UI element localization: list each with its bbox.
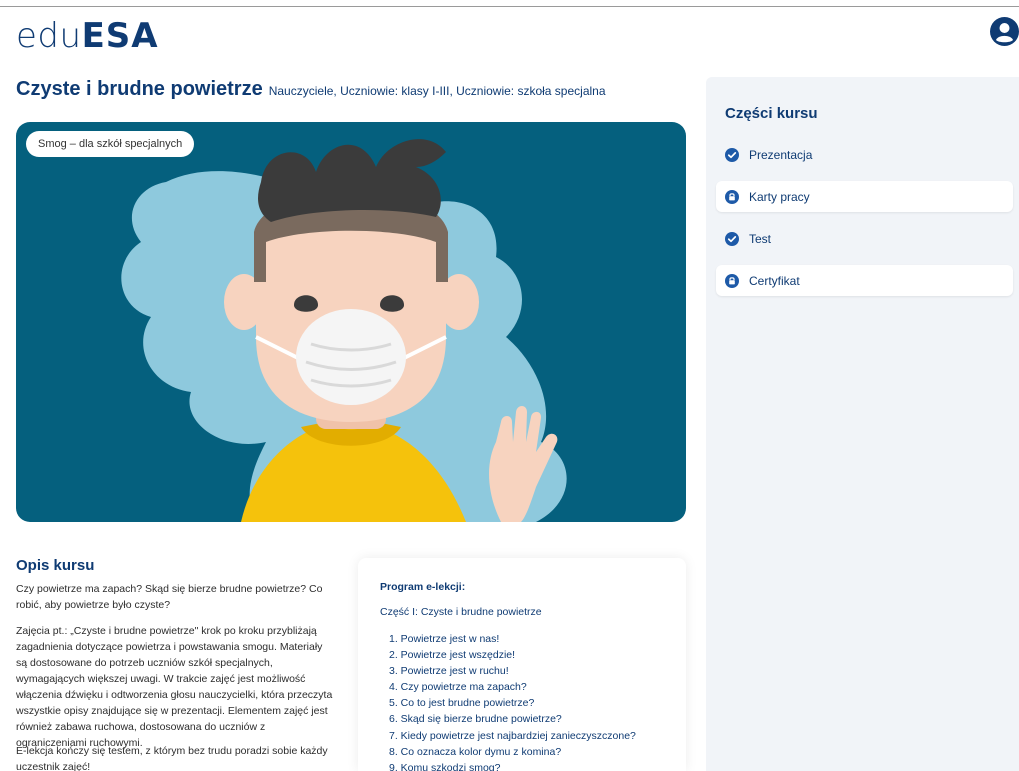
course-part-karty-pracy[interactable]: Karty pracy <box>716 181 1013 212</box>
program-title: Program e-lekcji: <box>380 581 466 593</box>
course-part-label: Karty pracy <box>749 189 810 204</box>
page-title: Czyste i brudne powietrze <box>16 78 263 100</box>
course-part-test[interactable]: Test <box>716 223 1013 254</box>
course-heading: Czyste i brudne powietrze Nauczyciele, U… <box>16 78 606 101</box>
course-part-label: Prezentacja <box>749 147 813 162</box>
course-part-prezentacja[interactable]: Prezentacja <box>716 139 1013 170</box>
description-paragraph: E-lekcja kończy się testem, z którym bez… <box>16 745 328 771</box>
check-circle-icon <box>725 231 739 246</box>
hair <box>258 139 446 222</box>
lesson-item: 3. Powietrze jest w ruchu! <box>389 665 509 678</box>
lesson-item: 1. Powietrze jest w nas! <box>389 633 500 645</box>
top-divider <box>0 6 1019 7</box>
course-part-certyfikat[interactable]: Certyfikat <box>716 265 1013 296</box>
lesson-list: 1. Powietrze jest w nas! 2. Powietrze je… <box>389 631 636 771</box>
eduesa-logo[interactable]: edu ESA <box>16 16 159 56</box>
description-paragraph: Czy powietrze ma zapach? Skąd się bierze… <box>16 583 323 611</box>
course-part-label: Certyfikat <box>749 273 800 288</box>
logo-text-bold: ESA <box>81 16 159 56</box>
lesson-item: 8. Co oznacza kolor dymu z komina? <box>389 745 562 758</box>
lesson-item: 2. Powietrze jest wszędzie! <box>389 649 516 662</box>
description-title: Opis kursu <box>16 557 95 574</box>
course-audience: Nauczyciele, Uczniowie: klasy I-III, Ucz… <box>268 84 606 98</box>
lock-icon <box>725 189 739 204</box>
lesson-item: 5. Co to jest brudne powietrze? <box>389 697 535 710</box>
lesson-item: 6. Skąd się bierze brudne powietrze? <box>389 713 562 726</box>
hero-category-badge[interactable]: Smog – dla szkół specjalnych <box>26 131 195 157</box>
lesson-program-card: Program e-lekcji: Część I: Czyste i brud… <box>358 558 686 771</box>
sidebar-title: Części kursu <box>725 105 818 122</box>
boy-with-mask-illustration <box>121 139 567 522</box>
description-paragraph: Zajęcia pt.: „Czyste i brudne powietrze"… <box>16 625 333 749</box>
lesson-item: 4. Czy powietrze ma zapach? <box>389 681 527 694</box>
logo-text-light: edu <box>16 16 82 56</box>
program-part-label: Część I: Czyste i brudne powietrze <box>380 606 542 618</box>
course-hero-image: Smog – dla szkół specjalnych <box>16 122 686 522</box>
lesson-item: 7. Kiedy powietrze jest najbardziej zani… <box>389 729 636 742</box>
face-mask <box>296 309 406 405</box>
course-parts-sidebar: Części kursu Prezentacja Karty pracy Tes… <box>706 77 1019 771</box>
user-circle-icon[interactable] <box>990 17 1019 46</box>
lock-icon <box>725 273 739 288</box>
course-part-label: Test <box>749 231 772 246</box>
lesson-item: 9. Komu szkodzi smog? <box>389 761 501 771</box>
check-circle-icon <box>725 147 739 162</box>
